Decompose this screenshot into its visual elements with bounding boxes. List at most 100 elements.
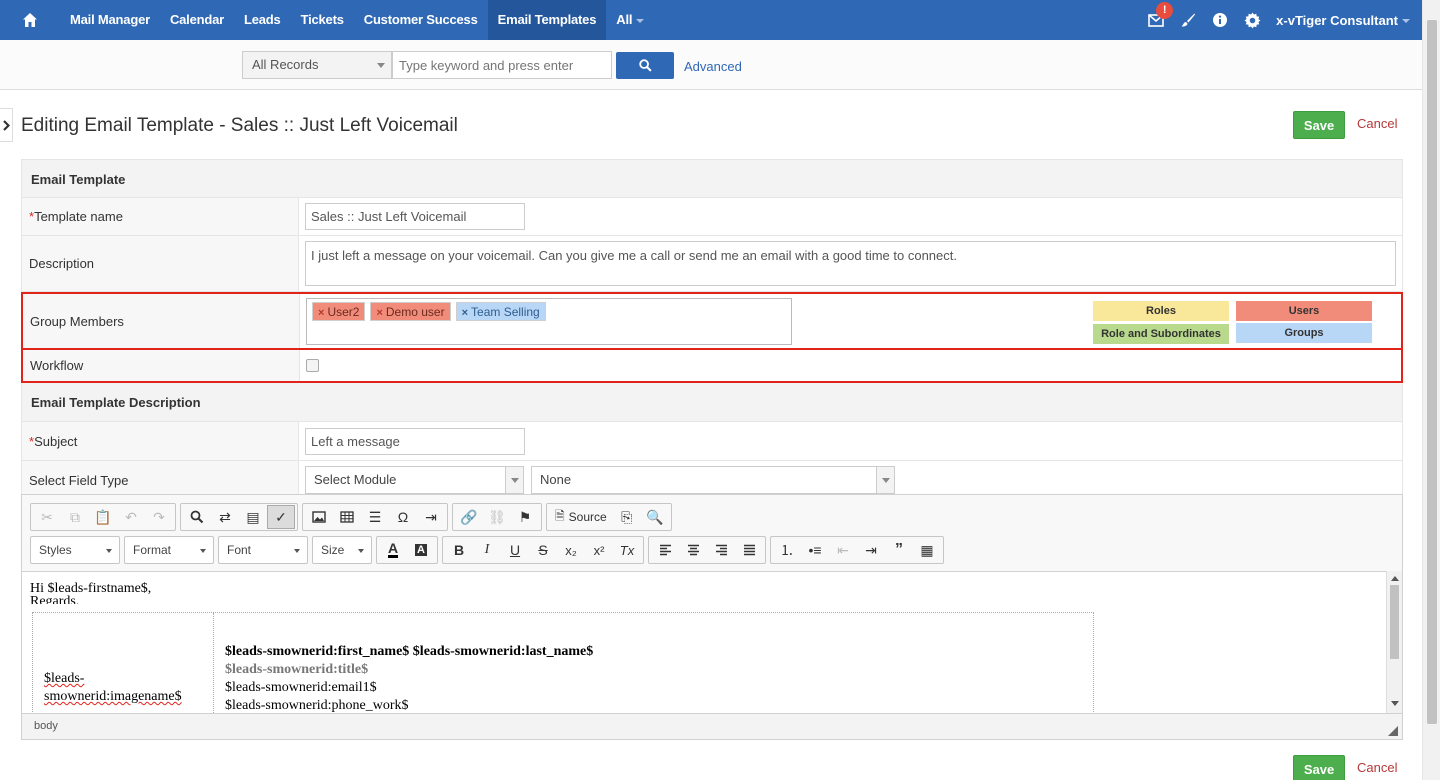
search-bar: All Records Advanced bbox=[0, 40, 1422, 90]
nav-all-menu[interactable]: All bbox=[606, 0, 654, 40]
outdent-icon[interactable]: ⇤ bbox=[829, 538, 857, 562]
template-name-input[interactable] bbox=[305, 203, 525, 230]
template-name-cell bbox=[299, 198, 1402, 235]
signature-phone: $leads-smownerid:phone_work$ bbox=[225, 698, 409, 713]
format-dropdown[interactable]: Format bbox=[124, 536, 214, 564]
source-button[interactable]: 🗎 Source bbox=[549, 505, 613, 529]
redo-icon[interactable]: ↷ bbox=[145, 505, 173, 529]
align-right-icon[interactable] bbox=[707, 538, 735, 562]
element-path[interactable]: body bbox=[34, 720, 58, 732]
size-label: Size bbox=[321, 543, 345, 557]
image-icon[interactable] bbox=[305, 505, 333, 529]
description-label: Description bbox=[22, 236, 299, 291]
save-button[interactable]: Save bbox=[1293, 111, 1345, 139]
align-center-icon[interactable] bbox=[679, 538, 707, 562]
search-input[interactable] bbox=[392, 51, 612, 79]
strikethrough-icon[interactable]: S bbox=[529, 538, 557, 562]
bulleted-list-icon[interactable]: •≡ bbox=[801, 538, 829, 562]
page-scrollbar[interactable] bbox=[1422, 0, 1440, 780]
scroll-up-arrow-icon[interactable] bbox=[1391, 575, 1399, 581]
font-label: Font bbox=[227, 543, 252, 557]
toolbar-list-group: ⒈ •≡ ⇤ ⇥ ” ▦ bbox=[770, 536, 944, 564]
cancel-link-bottom[interactable]: Cancel bbox=[1357, 760, 1397, 775]
home-icon[interactable] bbox=[0, 0, 60, 40]
unlink-icon[interactable]: ⛓ bbox=[483, 505, 511, 529]
underline-icon[interactable]: U bbox=[501, 538, 529, 562]
user-menu[interactable]: x-vTiger Consultant bbox=[1268, 13, 1422, 28]
nav-calendar[interactable]: Calendar bbox=[160, 0, 234, 40]
nav-tickets[interactable]: Tickets bbox=[291, 0, 354, 40]
styles-dropdown[interactable]: Styles bbox=[30, 536, 120, 564]
align-left-icon[interactable] bbox=[651, 538, 679, 562]
text-color-icon[interactable]: A bbox=[379, 538, 407, 562]
source-label: Source bbox=[568, 510, 607, 524]
signature-name: $leads-smownerid:first_name$ $leads-smow… bbox=[225, 644, 594, 659]
group-members-picker[interactable]: × User2 × Demo user × Team Selling bbox=[306, 297, 792, 345]
description-textarea[interactable]: I just left a message on your voicemail.… bbox=[305, 241, 1396, 286]
font-dropdown[interactable]: Font bbox=[218, 536, 308, 564]
remove-tag-icon[interactable]: × bbox=[376, 307, 382, 319]
legend-users: Users bbox=[1236, 301, 1372, 321]
search-filter-select[interactable]: All Records bbox=[242, 51, 392, 79]
italic-icon[interactable]: I bbox=[473, 538, 501, 562]
subject-input[interactable] bbox=[305, 427, 525, 455]
workflow-checkbox[interactable] bbox=[306, 359, 319, 372]
preview-icon[interactable]: 🔍 bbox=[641, 505, 669, 529]
subscript-icon[interactable]: x₂ bbox=[557, 538, 585, 562]
editor-scrollbar-thumb[interactable] bbox=[1390, 585, 1399, 659]
signature-image-field: $leads- smownerid:imagename$ bbox=[44, 670, 182, 706]
indent-icon[interactable]: ⇥ bbox=[857, 538, 885, 562]
scroll-down-arrow-icon[interactable] bbox=[1391, 701, 1399, 707]
mail-notifications[interactable]: ! bbox=[1140, 0, 1174, 40]
special-character-icon[interactable]: Ω bbox=[389, 505, 417, 529]
editor-content-area[interactable]: Hi $leads-firstname$, Regards, $leads- s… bbox=[22, 571, 1388, 713]
cancel-link[interactable]: Cancel bbox=[1357, 116, 1397, 131]
remove-tag-icon[interactable]: × bbox=[462, 307, 468, 319]
remove-tag-icon[interactable]: × bbox=[318, 307, 324, 319]
numbered-list-icon[interactable]: ⒈ bbox=[773, 538, 801, 562]
cut-icon[interactable]: ✂ bbox=[33, 505, 61, 529]
create-div-icon[interactable]: ▦ bbox=[913, 538, 941, 562]
copy-icon[interactable]: ⧉ bbox=[61, 505, 89, 529]
member-tag[interactable]: × Team Selling bbox=[455, 301, 546, 321]
search-button[interactable] bbox=[616, 52, 674, 79]
blockquote-icon[interactable]: ” bbox=[885, 538, 913, 562]
justify-icon[interactable] bbox=[735, 538, 763, 562]
spellcheck-icon[interactable]: ✓ bbox=[267, 505, 295, 529]
select-all-icon[interactable]: ▤ bbox=[239, 505, 267, 529]
paint-brush-icon[interactable] bbox=[1172, 0, 1204, 40]
field-select[interactable]: None bbox=[531, 466, 895, 494]
signature-image-field-part1: $leads- bbox=[44, 671, 85, 686]
background-color-icon[interactable]: A bbox=[407, 538, 435, 562]
superscript-icon[interactable]: x² bbox=[585, 538, 613, 562]
advanced-search-link[interactable]: Advanced bbox=[684, 59, 742, 74]
sidebar-toggle[interactable] bbox=[0, 108, 13, 142]
description-cell: I just left a message on your voicemail.… bbox=[299, 236, 1402, 291]
gear-icon[interactable] bbox=[1236, 0, 1268, 40]
member-tag[interactable]: × Demo user bbox=[370, 301, 451, 321]
nav-leads[interactable]: Leads bbox=[234, 0, 291, 40]
anchor-flag-icon[interactable]: ⚑ bbox=[511, 505, 539, 529]
find-icon[interactable] bbox=[183, 505, 211, 529]
editor-scrollbar[interactable] bbox=[1386, 571, 1402, 713]
nav-email-templates[interactable]: Email Templates bbox=[487, 0, 607, 40]
nav-customer-success[interactable]: Customer Success bbox=[354, 0, 488, 40]
size-dropdown[interactable]: Size bbox=[312, 536, 372, 564]
save-button-bottom[interactable]: Save bbox=[1293, 755, 1345, 780]
bold-icon[interactable]: B bbox=[445, 538, 473, 562]
page-scrollbar-thumb[interactable] bbox=[1427, 20, 1437, 724]
replace-icon[interactable]: ⇄ bbox=[211, 505, 239, 529]
member-tag[interactable]: × User2 bbox=[312, 301, 366, 321]
templates-icon[interactable]: ⎘ bbox=[613, 505, 641, 529]
table-icon[interactable] bbox=[333, 505, 361, 529]
paste-icon[interactable]: 📋 bbox=[89, 505, 117, 529]
page-break-icon[interactable]: ⇥ bbox=[417, 505, 445, 529]
undo-icon[interactable]: ↶ bbox=[117, 505, 145, 529]
info-icon[interactable] bbox=[1204, 0, 1236, 40]
link-icon[interactable]: 🔗 bbox=[455, 505, 483, 529]
nav-mail-manager[interactable]: Mail Manager bbox=[60, 0, 160, 40]
resize-handle-icon[interactable] bbox=[1388, 726, 1398, 736]
module-select[interactable]: Select Module bbox=[305, 466, 524, 494]
horizontal-line-icon[interactable]: ☰ bbox=[361, 505, 389, 529]
remove-format-icon[interactable]: Tx bbox=[613, 538, 641, 562]
